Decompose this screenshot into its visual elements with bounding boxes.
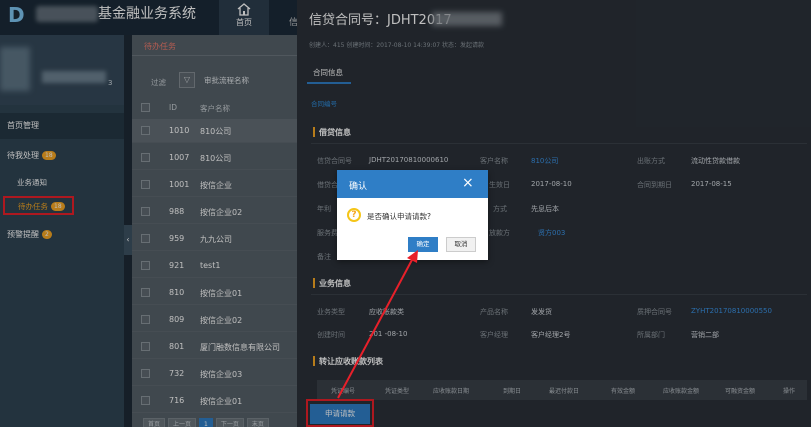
- dialog-message: 是否确认申请请款?: [367, 212, 431, 221]
- confirm-dialog: 确认 × ? 是否确认申请请款? 确定 取消: [337, 170, 488, 260]
- close-icon[interactable]: ×: [462, 175, 474, 191]
- dialog-header: 确认 ×: [337, 170, 488, 198]
- dialog-title: 确认: [349, 182, 368, 192]
- confirm-button[interactable]: 确定: [408, 237, 438, 252]
- cancel-button[interactable]: 取消: [446, 237, 476, 252]
- question-icon: ?: [347, 208, 361, 222]
